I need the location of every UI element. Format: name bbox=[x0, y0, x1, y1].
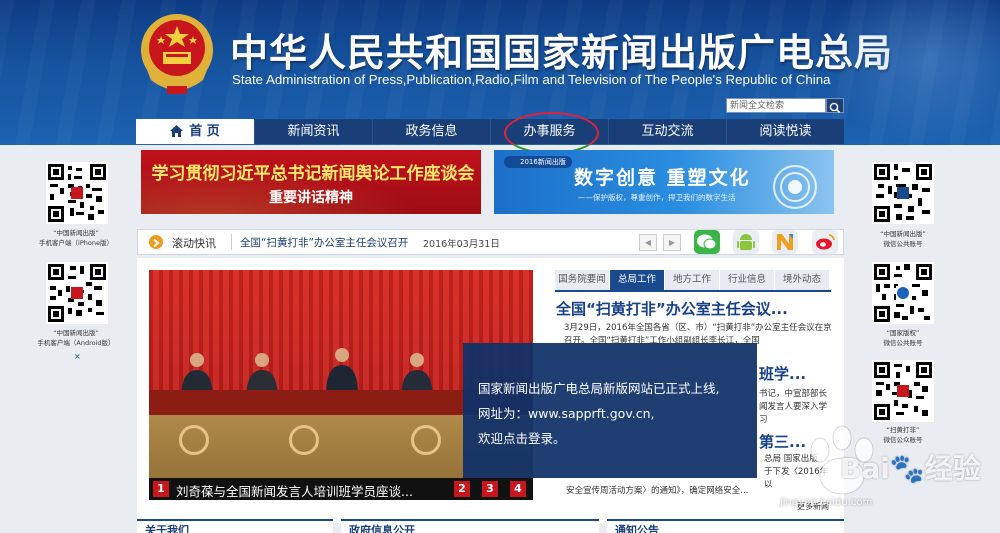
national-emblem-icon bbox=[141, 14, 213, 94]
satellite-dish-icon bbox=[773, 165, 817, 209]
wechat-icon[interactable] bbox=[694, 230, 720, 254]
news-headline-link[interactable]: 全国“扫黄打非”办公室主任会议... bbox=[556, 298, 788, 319]
ticker-date: 2016年03月31日 bbox=[423, 239, 500, 250]
qr-code-icon bbox=[48, 164, 106, 222]
section-notice-title[interactable]: 通知公告 bbox=[615, 522, 659, 533]
qr-code-icon bbox=[48, 264, 106, 322]
popup-line-2: 网址为：www.sapprft.gov.cn, bbox=[478, 406, 655, 421]
banner-speech-line1: 学习贯彻习近平总书记新闻舆论工作座谈会 bbox=[151, 164, 475, 184]
qr-code-wechat-copyright[interactable] bbox=[872, 262, 934, 324]
nav-home-label: 首 页 bbox=[189, 124, 220, 139]
popup-line-1: 国家新闻出版广电总局新版网站已正式上线, bbox=[478, 381, 720, 396]
banner-speech[interactable]: 学习贯彻习近平总书记新闻舆论工作座谈会 重要讲话精神 bbox=[141, 150, 481, 214]
slide-number-2[interactable]: 2 bbox=[454, 481, 470, 497]
search-button[interactable] bbox=[826, 98, 844, 114]
search-input[interactable]: 新闻全文检索 bbox=[726, 98, 826, 113]
banner-copyright-subtitle: ——保护版权，尊重创作，捍卫我们的数字生活 bbox=[578, 193, 736, 202]
qr-wechat-news-caption: “中国新闻出版” 微信公共账号 bbox=[853, 229, 953, 249]
android-icon[interactable] bbox=[733, 230, 759, 254]
main-nav: 首 页 新闻资讯 政务信息 办事服务 互动交流 阅读悦读 bbox=[136, 119, 844, 144]
qr-code-icon bbox=[874, 264, 932, 322]
banner-speech-line2: 重要讲话精神 bbox=[269, 190, 353, 206]
page: 中华人民共和国国家新闻出版广电总局 State Administration o… bbox=[0, 0, 1000, 533]
ticker-arrow-icon bbox=[149, 235, 163, 249]
desk-emblem-icon bbox=[411, 425, 441, 455]
qr-iphone-caption-line1: “中国新闻出版” bbox=[53, 229, 99, 237]
slide-number-1[interactable]: 1 bbox=[153, 481, 169, 497]
section-gov-info-title[interactable]: 政府信息公开 bbox=[349, 522, 415, 533]
qr-android-caption-line2: 手机客户端（Android版） bbox=[37, 339, 115, 347]
desk-emblem-icon bbox=[289, 425, 319, 455]
tabs-underline bbox=[555, 290, 831, 292]
weibo-icon[interactable] bbox=[812, 230, 838, 254]
nav-home[interactable]: 首 页 bbox=[136, 119, 254, 144]
qr-wechat-copyright-caption: “国家版权” 微信公共账号 bbox=[853, 328, 953, 348]
banner-copyright-tag: 2016新闻出版 bbox=[504, 156, 572, 168]
close-side-qr-button[interactable]: × bbox=[74, 352, 81, 361]
qr-iphone-caption: “中国新闻出版” 手机客户端（iPhone版） bbox=[26, 228, 126, 248]
nav-government-info[interactable]: 政务信息 bbox=[372, 119, 490, 144]
ticker-prev-button[interactable]: ◀ bbox=[639, 234, 657, 251]
ticker-label: 滚动快讯 bbox=[172, 237, 216, 250]
qr-wechat-copyright-caption-line1: “国家版权” bbox=[886, 329, 920, 337]
qr-android-caption-line1: “中国新闻出版” bbox=[53, 329, 99, 337]
banner-copyright[interactable]: 2016新闻出版 数字创意 重塑文化 ——保护版权，尊重创作，捍卫我们的数字生活 bbox=[494, 150, 834, 214]
qr-code-android-app[interactable] bbox=[46, 262, 108, 324]
person-figure bbox=[326, 348, 358, 395]
news-headline-2[interactable]: 班学... bbox=[759, 363, 806, 384]
nav-interaction[interactable]: 互动交流 bbox=[608, 119, 726, 144]
nav-reading[interactable]: 阅读悦读 bbox=[726, 119, 844, 144]
slide-number-3[interactable]: 3 bbox=[482, 481, 498, 497]
qr-wechat-news-caption-line1: “中国新闻出版” bbox=[880, 230, 926, 238]
slideshow-caption[interactable]: 刘奇葆与全国新闻发言人培训班学员座谈... bbox=[176, 481, 413, 500]
qr-code-iphone-app[interactable] bbox=[46, 162, 108, 224]
tab-state-council-news[interactable]: 国务院要闻 bbox=[555, 270, 610, 290]
qr-code-icon bbox=[874, 362, 932, 420]
qr-code-wechat-news[interactable] bbox=[872, 162, 934, 224]
tab-local-work[interactable]: 地方工作 bbox=[665, 270, 720, 290]
section-about-title[interactable]: 关于我们 bbox=[145, 522, 189, 533]
section-about: 关于我们 bbox=[137, 519, 333, 533]
watermark-text: Bai🐾经验 bbox=[840, 452, 981, 485]
nav-news[interactable]: 新闻资讯 bbox=[254, 119, 372, 144]
highlight-circle bbox=[504, 112, 599, 154]
qr-wechat-news-caption-line2: 微信公共账号 bbox=[883, 240, 923, 248]
qr-iphone-caption-line2: 手机客户端（iPhone版） bbox=[39, 239, 113, 247]
qr-code-wechat-saohuang[interactable] bbox=[872, 360, 934, 422]
ticker-headline-link[interactable]: 全国“扫黄打非”办公室主任会议召开 bbox=[240, 235, 408, 250]
ticker-next-button[interactable]: ▶ bbox=[663, 234, 681, 251]
site-title-english: State Administration of Press,Publicatio… bbox=[232, 72, 831, 87]
slide-number-4[interactable]: 4 bbox=[510, 481, 526, 497]
news-tabs: 国务院要闻 总局工作 地方工作 行业信息 境外动态 bbox=[555, 270, 831, 290]
new-site-popup[interactable]: 国家新闻出版广电总局新版网站已正式上线, 网址为：www.sapprft.gov… bbox=[463, 343, 757, 478]
watermark-url: jingyan.baidu.com bbox=[780, 497, 873, 508]
ticker-divider bbox=[231, 234, 232, 250]
qr-code-icon bbox=[874, 164, 932, 222]
news-summary-4: 安全宣传周活动方案〉的通知》，确定网络安全... bbox=[566, 486, 749, 496]
site-title-chinese: 中华人民共和国国家新闻出版广电总局 bbox=[230, 30, 894, 75]
tab-industry-info[interactable]: 行业信息 bbox=[720, 270, 775, 290]
desk-emblem-icon bbox=[179, 425, 209, 455]
section-gov-info: 政府信息公开 bbox=[341, 519, 599, 533]
tab-overseas[interactable]: 境外动态 bbox=[775, 270, 830, 290]
app-n-icon[interactable] bbox=[772, 230, 798, 254]
qr-android-caption: “中国新闻出版” 手机客户端（Android版） bbox=[26, 328, 126, 348]
banner-copyright-title: 数字创意 重塑文化 bbox=[574, 167, 751, 189]
tab-bureau-work[interactable]: 总局工作 bbox=[610, 270, 665, 290]
home-icon bbox=[170, 125, 184, 137]
popup-line-3: 欢迎点击登录。 bbox=[478, 431, 566, 446]
qr-wechat-copyright-caption-line2: 微信公共账号 bbox=[883, 339, 923, 347]
search-icon bbox=[829, 102, 841, 114]
section-notice: 通知公告 bbox=[607, 519, 844, 533]
